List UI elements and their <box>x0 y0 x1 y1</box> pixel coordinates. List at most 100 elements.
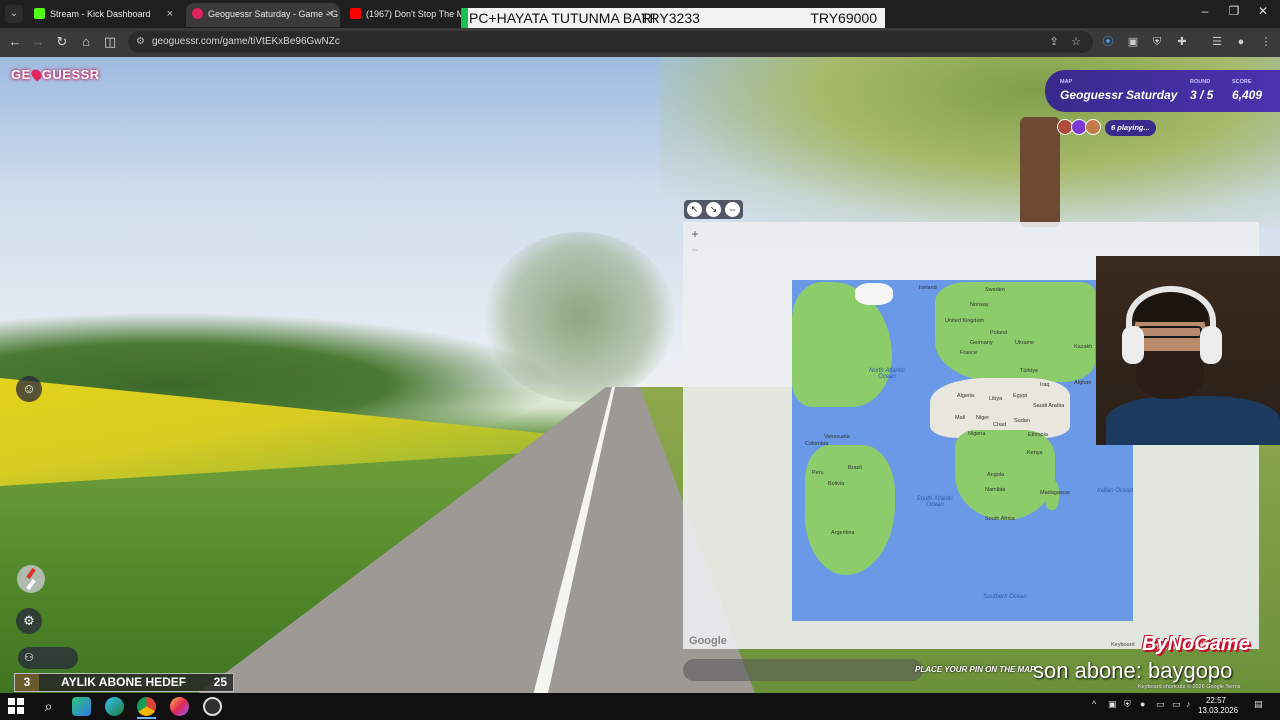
notifications-icon[interactable]: ▤ <box>1254 699 1263 710</box>
address-bar[interactable]: ⚙ geoguessr.com/game/tiVtEKxBe96GwNZc <box>128 31 1093 53</box>
compass-north-needle <box>26 567 36 580</box>
players-indicator[interactable]: 6 playing... <box>1057 119 1160 137</box>
map-label-algeria: Algeria <box>957 393 975 399</box>
firefox-icon[interactable] <box>170 697 189 716</box>
extensions-puzzle-icon[interactable]: ✚ <box>1174 34 1190 50</box>
map-southern-africa <box>955 430 1055 520</box>
score-value: 6,409 <box>1232 88 1263 102</box>
game-status-hud: MAP Geoguessr Saturday ROUND 3 / 5 SCORE… <box>1045 70 1280 112</box>
extension-signal-icon[interactable]: ⦿ <box>1100 34 1116 50</box>
tray-display-icon[interactable]: ▭ <box>1172 699 1181 710</box>
tray-chevron-icon[interactable]: ^ <box>1092 699 1096 709</box>
back-icon[interactable]: ← <box>6 33 24 51</box>
tab-search-menu-icon[interactable]: ⌄ <box>5 5 23 23</box>
map-label-bolivia: Bolivia <box>828 481 845 487</box>
close-tab-icon[interactable]: × <box>327 3 333 25</box>
map-label-niger: Niger <box>976 415 990 421</box>
logo-text-left: GE <box>11 67 31 82</box>
map-label-southern-ocean: Southern Ocean <box>983 594 1027 600</box>
map-enlarge-icon[interactable]: ↖ <box>687 202 702 217</box>
sponsor-logo: ByNoGame <box>1142 633 1250 655</box>
reload-icon[interactable]: ↻ <box>53 33 71 51</box>
map-label-peru: Peru <box>812 470 824 476</box>
sub-goal-target: 25 <box>213 675 227 689</box>
tab-kick-dashboard[interactable]: Stream - Kick Dashboard × <box>28 3 180 27</box>
map-label-iceland: Iceland <box>919 285 937 291</box>
youtube-favicon-icon <box>350 8 361 19</box>
round-label: ROUND <box>1190 79 1211 85</box>
tray-network-icon[interactable]: ▭ <box>1156 699 1165 710</box>
foreground-tree-trunk <box>1020 117 1060 227</box>
reading-list-icon[interactable]: ☰ <box>1209 34 1225 50</box>
logo-text-right: GUESSR <box>41 67 100 82</box>
map-label-south-africa: South Africa <box>985 516 1015 522</box>
map-label-poland: Poland <box>990 330 1008 336</box>
kebab-menu-icon[interactable]: ⋮ <box>1258 34 1274 50</box>
close-window-icon[interactable]: ✕ <box>1248 4 1278 18</box>
chrome-icon[interactable] <box>137 697 156 716</box>
map-label-sudan: Sudan <box>1014 418 1030 424</box>
donation-progress-fill <box>461 8 468 28</box>
map-attribution[interactable]: Keyboard shortcuts © 2026 Google Terms <box>1138 684 1240 690</box>
map-label-ukraine: Ukraine <box>1015 340 1034 346</box>
map-label-madagascar: Madagascar <box>1040 490 1071 496</box>
forward-icon[interactable]: → <box>29 33 47 51</box>
map-shrink-icon[interactable]: ↘ <box>706 202 721 217</box>
map-zoom-out-button[interactable]: − <box>689 244 701 256</box>
minimize-icon[interactable]: – <box>1190 4 1220 18</box>
party-members-icon[interactable]: ⚇ <box>18 647 78 669</box>
obs-icon[interactable] <box>203 697 222 716</box>
close-tab-icon[interactable]: × <box>167 3 173 25</box>
tab-title: (1967) Don't Stop The Mus <box>366 9 462 19</box>
emote-icon[interactable]: ☺ <box>16 376 42 402</box>
tray-mic-icon[interactable]: ● <box>1140 699 1145 709</box>
site-info-icon[interactable]: ⚙ <box>136 31 145 53</box>
install-app-icon[interactable]: ⇪ <box>1046 34 1062 50</box>
map-label-venezuela: Venezuela <box>824 434 850 440</box>
map-eurasia <box>935 282 1095 382</box>
profile-avatar-icon[interactable]: ● <box>1233 34 1249 50</box>
map-label-afghan: Afghan <box>1074 380 1092 386</box>
map-pin-toggle-icon[interactable]: ⇔ <box>725 202 740 217</box>
webcam-headphone-cup <box>1200 326 1222 364</box>
tab-geoguessr[interactable]: Geoguessr Saturday - Game - G × <box>186 3 340 27</box>
windows-taskbar: ⌕ ^ ▣ ⛨ ● ▭ ▭ ♪ 22:57 13.03.2026 ▤ <box>0 693 1280 720</box>
bookmark-star-icon[interactable]: ☆ <box>1068 34 1084 50</box>
tab-youtube[interactable]: (1967) Don't Stop The Mus <box>344 3 462 27</box>
tab-title: Stream - Kick Dashboard <box>50 9 151 19</box>
map-label-nigeria: Nigeria <box>968 431 986 437</box>
windows-start-icon[interactable] <box>8 698 24 714</box>
home-icon[interactable]: ⌂ <box>77 33 95 51</box>
keyboard-shortcuts-link[interactable]: Keyboard <box>1111 642 1135 648</box>
tray-security-icon[interactable]: ⛨ <box>1124 699 1131 710</box>
place-pin-prompt: PLACE YOUR PIN ON THE MAP <box>915 665 1036 674</box>
donation-goal-banner: PC+HAYATA TUTUNMA BARI TRY3233 TRY69000 <box>461 8 885 28</box>
map-value: Geoguessr Saturday <box>1060 88 1178 102</box>
map-label-south-atlantic: South Atlantic Ocean <box>916 496 954 508</box>
geoguessr-logo[interactable]: GE GUESSR <box>11 67 100 82</box>
compass-icon[interactable] <box>17 565 45 593</box>
edge-icon[interactable] <box>105 697 124 716</box>
round-value: 3 / 5 <box>1190 88 1214 102</box>
map-label-iraq: Iraq <box>1040 382 1050 388</box>
split-view-icon[interactable]: ◫ <box>101 33 119 51</box>
tray-volume-icon[interactable]: ♪ <box>1186 699 1191 709</box>
streamer-webcam <box>1096 256 1280 445</box>
donation-target: TRY69000 <box>810 10 877 26</box>
system-clock[interactable]: 22:57 13.03.2026 <box>1198 696 1238 716</box>
map-size-controls: ↖ ↘ ⇔ <box>684 200 743 219</box>
guess-button[interactable] <box>683 659 923 681</box>
restore-icon[interactable]: ❐ <box>1219 4 1249 18</box>
search-icon[interactable]: ⌕ <box>39 697 58 716</box>
map-label-ethiopia: Ethiopia <box>1028 432 1048 438</box>
settings-gear-icon[interactable]: ⚙ <box>16 608 42 634</box>
tray-app-icon[interactable]: ▣ <box>1108 699 1117 710</box>
extension-shield-icon[interactable]: ⛨ <box>1149 34 1165 50</box>
browser-toolbar: ← → ↻ ⌂ ◫ ⚙ geoguessr.com/game/tiVtEKxBe… <box>0 28 1280 57</box>
extension-screen-icon[interactable]: ▣ <box>1125 34 1141 50</box>
map-label-kenya: Kenya <box>1027 450 1043 456</box>
map-zoom-in-button[interactable]: + <box>689 228 701 240</box>
sub-goal-count: 3 <box>15 674 39 691</box>
map-label-turkiye: Türkiye <box>1020 368 1039 374</box>
copilot-icon[interactable] <box>72 697 91 716</box>
